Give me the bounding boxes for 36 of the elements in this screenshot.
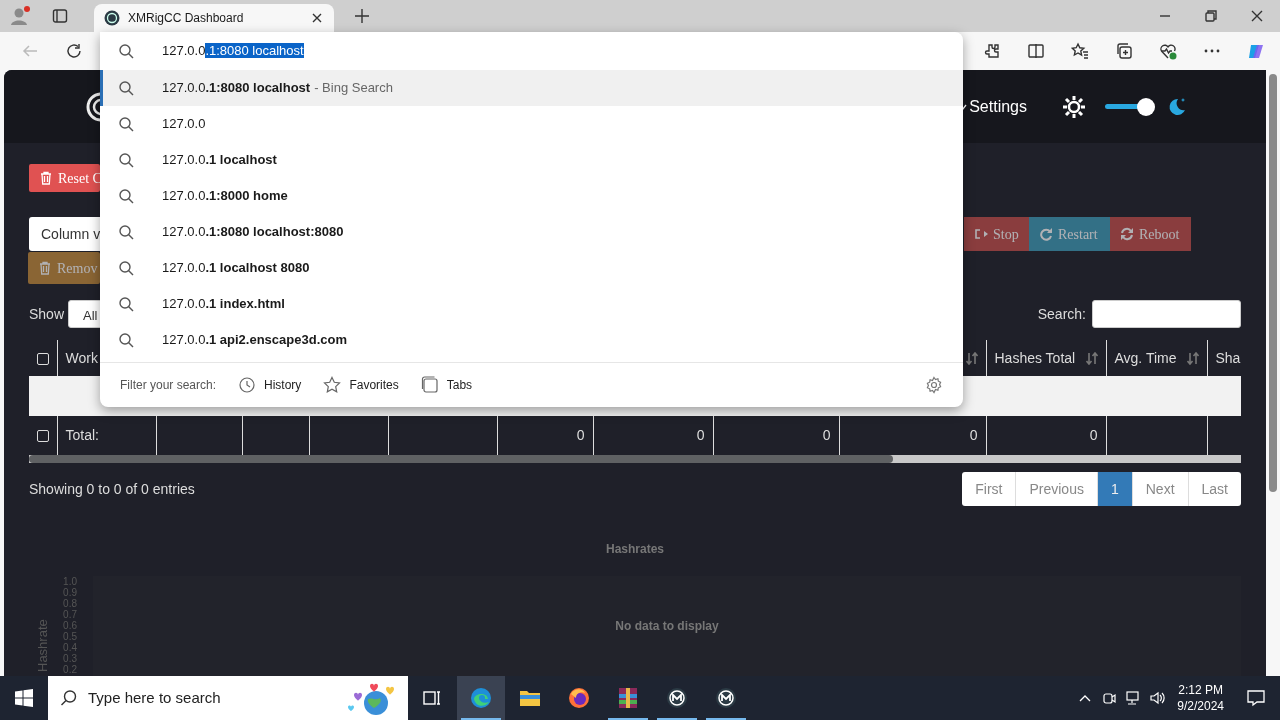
suggestion-item[interactable]: 127.0.0.1:8080 localhost:8080 <box>100 214 963 250</box>
filter-option[interactable]: History <box>238 376 302 394</box>
no-data-message: No data to display <box>615 618 719 635</box>
filter-option[interactable]: Favorites <box>323 376 399 394</box>
page-link[interactable]: Previous <box>1015 472 1097 506</box>
clock-date: 9/2/2024 <box>1177 698 1224 714</box>
column-header[interactable]: Hashes Total <box>994 347 1076 369</box>
column-visibility-select[interactable]: Column v <box>29 217 101 251</box>
total-value: 0 <box>576 427 585 443</box>
suggestion-item[interactable]: 127.0.0 <box>100 106 963 142</box>
browser-tab[interactable]: XMRigCC Dashboard <box>94 4 334 32</box>
taskbar-search-field[interactable]: Type here to search <box>48 676 408 720</box>
page-link[interactable]: First <box>962 472 1016 506</box>
tab-title: XMRigCC Dashboard <box>128 10 245 27</box>
column-header[interactable]: Avg. Time <box>1114 347 1177 369</box>
suggestion-item[interactable]: 127.0.0.1:8080 localhost - Bing Search <box>100 70 963 106</box>
column-header: Sha <box>1215 348 1241 368</box>
filter-option[interactable]: Tabs <box>420 376 473 394</box>
total-value: 0 <box>969 427 978 443</box>
total-label: Total: <box>65 427 99 443</box>
total-value: 0 <box>1089 427 1098 443</box>
total-value: 0 <box>822 427 831 443</box>
suggestion-item[interactable]: 127.0.0.1 localhost 8080 <box>100 250 963 286</box>
search-label: Search: <box>1037 304 1086 324</box>
table-info: Showing 0 to 0 of 0 entries <box>29 479 195 499</box>
total-value: 0 <box>696 427 705 443</box>
show-label: Show <box>29 304 65 324</box>
chart-title: Hashrates <box>605 542 665 556</box>
page-link[interactable]: Last <box>1187 472 1241 506</box>
column-header: Work <box>65 348 98 368</box>
suggestion-item[interactable]: 127.0.0.1:8000 home <box>100 178 963 214</box>
filter-label: Filter your search: <box>120 377 217 394</box>
page-link[interactable]: 1 <box>1096 472 1132 506</box>
suggestion-item[interactable]: 127.0.0.1 localhost <box>100 142 963 178</box>
page-link[interactable]: Next <box>1131 472 1188 506</box>
clock-time: 2:12 PM <box>1177 682 1224 698</box>
